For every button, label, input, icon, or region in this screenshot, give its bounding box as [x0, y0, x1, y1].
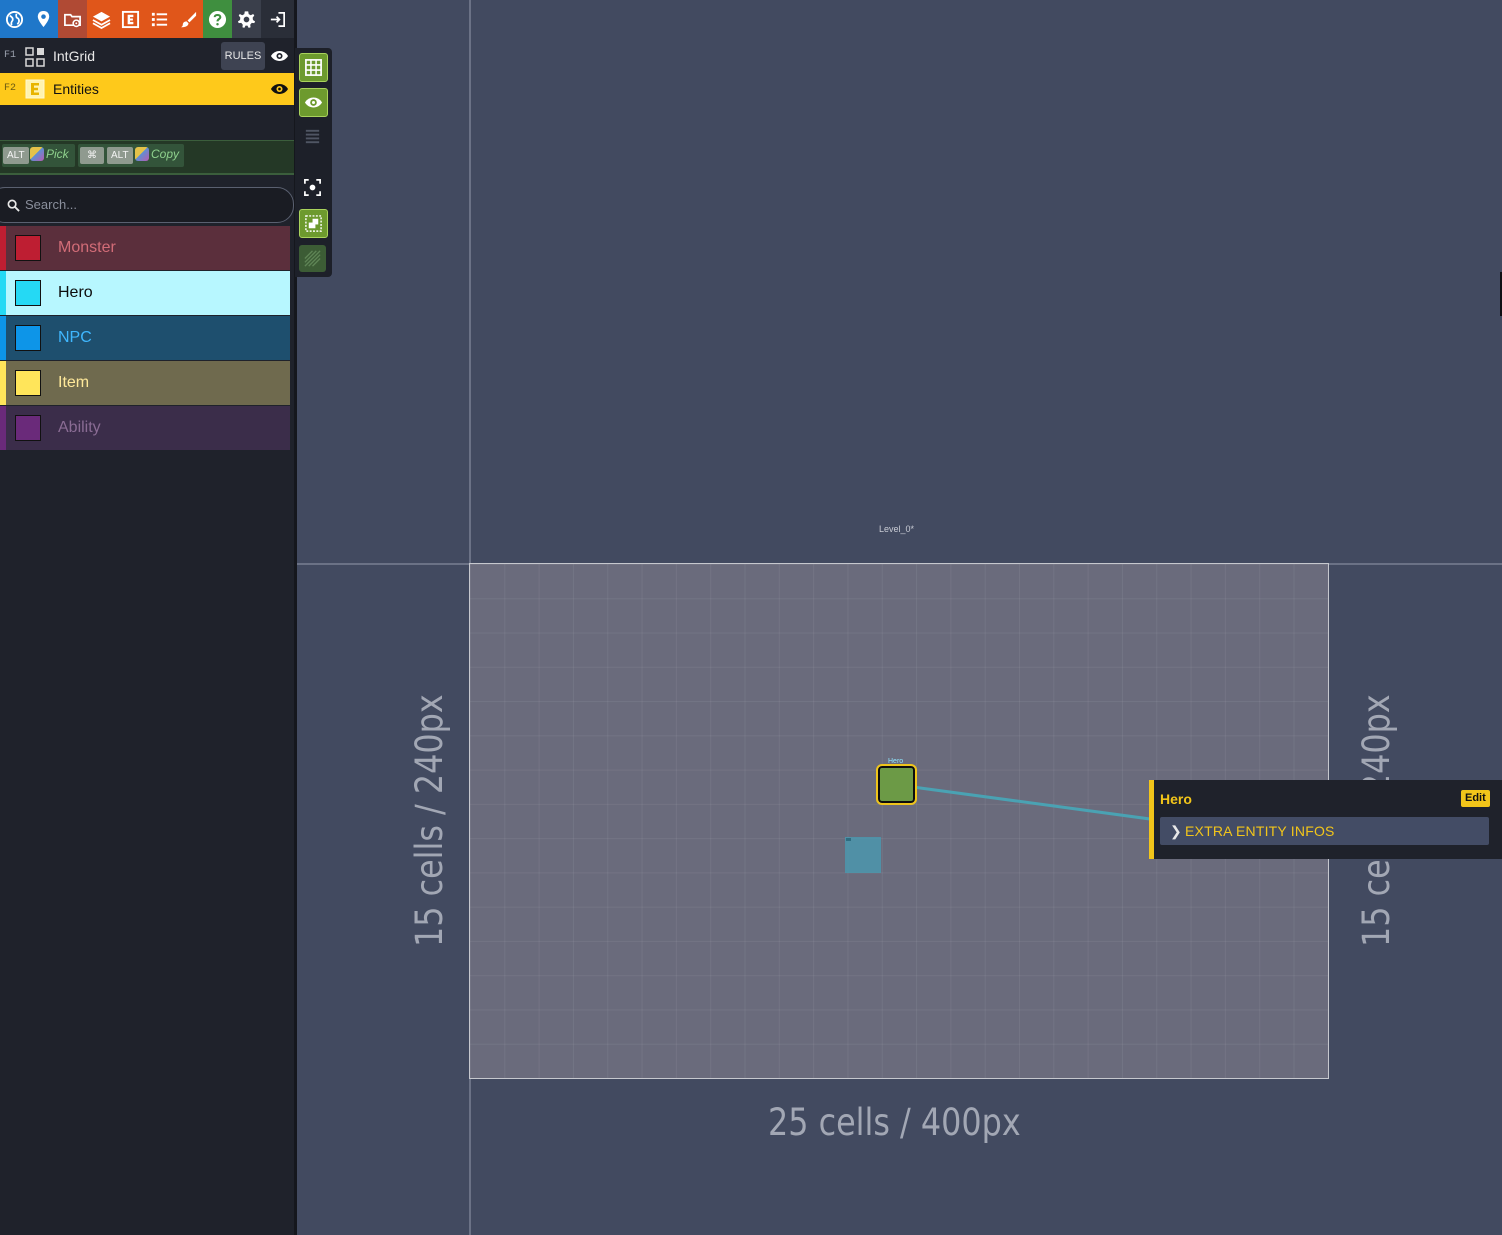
entity-color-bar	[0, 226, 6, 270]
copy-icon	[135, 147, 149, 161]
show-details-button[interactable]	[299, 88, 328, 117]
tile-stamp-button[interactable]	[299, 245, 326, 272]
entity-color-bar	[0, 406, 6, 450]
details-list-button[interactable]	[299, 123, 326, 150]
exit-icon	[270, 11, 286, 27]
entity-label: Monster	[58, 239, 116, 256]
help-icon	[208, 10, 227, 28]
settings-icon	[237, 10, 256, 28]
picker-icon	[30, 147, 44, 161]
focus-icon	[304, 179, 321, 196]
world-button[interactable]	[0, 0, 29, 38]
grid-toggle-icon	[305, 59, 322, 76]
entity-color-swatch	[15, 235, 41, 261]
entity-item-item[interactable]: Item	[0, 361, 290, 405]
layer-hotkey: F2	[4, 83, 17, 94]
entity-color-swatch	[15, 325, 41, 351]
pin-icon	[37, 10, 50, 27]
main-toolbar	[0, 0, 294, 38]
copy-label: Copy	[151, 147, 180, 161]
layer-name: IntGrid	[53, 48, 96, 64]
brush-icon	[180, 11, 197, 27]
entity-color-bar	[0, 271, 6, 315]
entity-label: Hero	[58, 284, 93, 301]
entity-e-icon	[25, 79, 45, 99]
tilesets-button[interactable]	[174, 0, 203, 38]
entity-color-bar	[0, 361, 6, 405]
search-icon	[7, 199, 20, 212]
world-icon	[5, 10, 24, 28]
folder-gear-icon	[64, 13, 81, 27]
entity-item-npc[interactable]: NPC	[0, 316, 290, 360]
rules-button[interactable]: RULES	[221, 42, 265, 70]
details-list-icon	[305, 129, 320, 144]
layer-hotkey: F1	[4, 50, 17, 61]
single-layer-button[interactable]	[299, 209, 328, 238]
entity-info-popup: Hero Edit ❯ EXTRA ENTITY INFOS	[1149, 780, 1502, 859]
entity-color-swatch	[15, 280, 41, 306]
hero-entity-tag: Hero	[888, 758, 904, 765]
entities-button[interactable]	[116, 0, 145, 38]
popup-edit-button[interactable]: Edit	[1461, 790, 1490, 807]
sidebar: F1 IntGrid RULES F2 Entities ALT Pick ⌘ …	[0, 0, 294, 1235]
extra-entity-infos-toggle[interactable]: ❯ EXTRA ENTITY INFOS	[1160, 817, 1489, 845]
focus-button[interactable]	[299, 174, 326, 201]
intgrid-icon	[25, 47, 45, 67]
hero-entity-instance[interactable]	[876, 764, 917, 805]
extra-entity-infos-label: EXTRA ENTITY INFOS	[1185, 823, 1335, 839]
eye-icon[interactable]	[270, 49, 289, 63]
grid-toggle-button[interactable]	[299, 53, 328, 82]
entity-label: Ability	[58, 419, 101, 436]
layers-button[interactable]	[87, 0, 116, 38]
entity-item-ability[interactable]: Ability	[0, 406, 290, 450]
help-button[interactable]	[203, 0, 232, 38]
entity-color-swatch	[15, 370, 41, 396]
cmd-key: ⌘	[80, 147, 104, 164]
pick-label: Pick	[46, 147, 69, 161]
layer-row-intgrid[interactable]: F1 IntGrid RULES	[0, 40, 294, 72]
layer-row-entities[interactable]: F2 Entities	[0, 73, 294, 105]
entity-color-swatch	[15, 415, 41, 441]
entity-label: Item	[58, 374, 90, 391]
entity-item-hero[interactable]: Hero	[0, 271, 290, 315]
entity-color-bar	[0, 316, 6, 360]
single-layer-icon	[305, 215, 322, 232]
alt-key: ALT	[3, 147, 29, 164]
eye-icon[interactable]	[270, 82, 289, 96]
layers-icon	[92, 11, 111, 29]
project-settings-button[interactable]	[58, 0, 87, 38]
alt-key: ALT	[107, 147, 133, 164]
settings-button[interactable]	[232, 0, 261, 38]
popup-accent-bar	[1149, 780, 1154, 859]
shortcuts-hint-bar: ALT Pick ⌘ ALT Copy	[0, 140, 294, 175]
search-placeholder: Search...	[25, 197, 78, 212]
entity-e-icon	[121, 10, 140, 28]
canvas-tool-strip	[295, 48, 332, 277]
chevron-right-icon: ❯	[1170, 823, 1182, 839]
popup-title: Hero	[1160, 791, 1192, 807]
eye-toggle-icon	[304, 97, 323, 108]
exit-button[interactable]	[261, 0, 294, 38]
list-icon	[151, 12, 168, 26]
enums-button[interactable]	[145, 0, 174, 38]
layer-name: Entities	[53, 81, 99, 97]
level-button[interactable]	[29, 0, 58, 38]
entity-item-monster[interactable]: Monster	[0, 226, 290, 270]
entity-label: NPC	[58, 329, 92, 346]
tile-stamp-icon	[304, 250, 321, 267]
